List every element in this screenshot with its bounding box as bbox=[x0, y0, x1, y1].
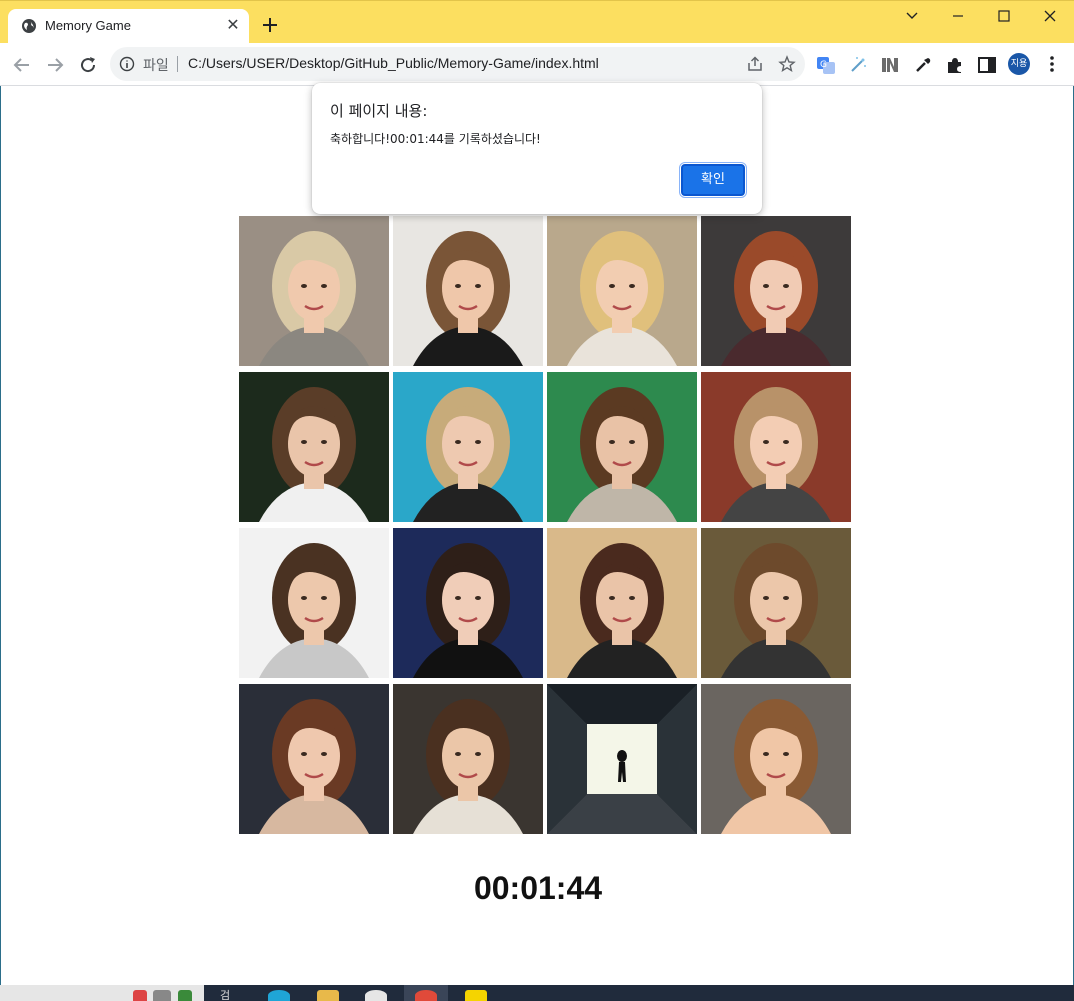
taskbar-search-label[interactable]: 검 bbox=[220, 987, 230, 1001]
card-red-hair[interactable] bbox=[701, 216, 851, 366]
card-blonde-waves[interactable] bbox=[547, 216, 697, 366]
card-image bbox=[547, 528, 697, 678]
card-image bbox=[701, 216, 851, 366]
browser-titlebar: Memory Game ✕ bbox=[0, 0, 1074, 44]
address-separator bbox=[177, 56, 178, 72]
card-blonde-blue-bg[interactable] bbox=[393, 372, 543, 522]
dialog-ok-button[interactable]: 확인 bbox=[679, 162, 747, 198]
taskbar-tray bbox=[0, 985, 204, 1001]
card-image bbox=[239, 216, 389, 366]
page-content: 00:01:44 bbox=[0, 86, 1074, 985]
card-brunette-black-top[interactable] bbox=[393, 216, 543, 366]
n-extension-icon[interactable] bbox=[880, 55, 900, 75]
profile-avatar[interactable]: 지용 bbox=[1008, 53, 1030, 75]
globe-icon bbox=[22, 19, 36, 33]
card-brunette-festival[interactable] bbox=[547, 528, 697, 678]
edge-icon[interactable] bbox=[268, 990, 290, 1001]
tray-app-icon[interactable] bbox=[133, 990, 147, 1001]
card-grid bbox=[239, 216, 853, 836]
card-long-brown-green-bg[interactable] bbox=[547, 372, 697, 522]
card-image bbox=[701, 684, 851, 834]
forward-arrow-icon[interactable] bbox=[43, 53, 67, 77]
new-tab-icon[interactable] bbox=[259, 14, 281, 36]
reload-icon[interactable] bbox=[76, 53, 100, 77]
card-image bbox=[701, 528, 851, 678]
card-short-brown-white-bg[interactable] bbox=[239, 528, 389, 678]
card-image bbox=[701, 372, 851, 522]
kakaotalk-icon[interactable] bbox=[465, 990, 487, 1001]
more-menu-icon[interactable] bbox=[1042, 54, 1062, 74]
card-brown-bob[interactable] bbox=[239, 372, 389, 522]
card-auburn-waves[interactable] bbox=[239, 684, 389, 834]
tab-search-icon[interactable] bbox=[897, 5, 927, 27]
card-brunette-smile[interactable] bbox=[393, 684, 543, 834]
chrome-icon[interactable] bbox=[415, 990, 437, 1001]
scheme-label: 파일 bbox=[143, 57, 169, 73]
card-image bbox=[393, 372, 543, 522]
close-window-icon[interactable] bbox=[1035, 5, 1065, 27]
card-blonde-bob[interactable] bbox=[701, 372, 851, 522]
alert-dialog: 이 페이지 내용: 축하합니다!00:01:44를 기록하셨습니다! 확인 bbox=[312, 83, 762, 214]
back-arrow-icon[interactable] bbox=[10, 53, 34, 77]
tab-title: Memory Game bbox=[45, 18, 131, 33]
card-image bbox=[239, 684, 389, 834]
paint-icon[interactable] bbox=[365, 990, 387, 1001]
card-image bbox=[547, 372, 697, 522]
minimize-icon[interactable] bbox=[943, 5, 973, 27]
eyedropper-icon[interactable] bbox=[913, 55, 933, 75]
card-alien-tunnel[interactable] bbox=[547, 684, 697, 834]
side-panel-icon[interactable] bbox=[977, 55, 997, 75]
file-explorer-icon[interactable] bbox=[317, 990, 339, 1001]
bookmark-star-icon[interactable] bbox=[778, 55, 796, 73]
browser-toolbar: 파일 C:/Users/USER/Desktop/GitHub_Public/M… bbox=[0, 43, 1074, 86]
card-long-brown-hair[interactable] bbox=[701, 528, 851, 678]
card-image bbox=[547, 216, 697, 366]
card-image bbox=[393, 216, 543, 366]
card-blonde-updo[interactable] bbox=[239, 216, 389, 366]
maximize-icon[interactable] bbox=[989, 5, 1019, 27]
tray-lock-icon[interactable] bbox=[153, 990, 171, 1001]
extensions-puzzle-icon[interactable] bbox=[945, 55, 965, 75]
card-image bbox=[239, 528, 389, 678]
share-icon[interactable] bbox=[746, 55, 764, 73]
tray-tree-icon[interactable] bbox=[178, 990, 192, 1001]
svg-text:G: G bbox=[820, 60, 827, 70]
magic-wand-extension-icon[interactable] bbox=[848, 55, 868, 75]
card-long-light-brown[interactable] bbox=[701, 684, 851, 834]
address-bar[interactable]: 파일 C:/Users/USER/Desktop/GitHub_Public/M… bbox=[110, 47, 805, 81]
tab-close-icon[interactable]: ✕ bbox=[225, 17, 241, 33]
os-taskbar: 검 bbox=[0, 985, 1074, 1001]
card-image bbox=[547, 684, 697, 834]
dialog-title: 이 페이지 내용: bbox=[330, 102, 428, 120]
card-image bbox=[239, 372, 389, 522]
url-text[interactable]: C:/Users/USER/Desktop/GitHub_Public/Memo… bbox=[188, 55, 599, 71]
translate-extension-icon[interactable]: G bbox=[816, 55, 836, 75]
dialog-message: 축하합니다!00:01:44를 기록하셨습니다! bbox=[330, 132, 541, 146]
card-image bbox=[393, 684, 543, 834]
card-image bbox=[393, 528, 543, 678]
card-dark-bangs-blue-bg[interactable] bbox=[393, 528, 543, 678]
info-icon[interactable] bbox=[119, 56, 135, 72]
game-timer: 00:01:44 bbox=[473, 870, 603, 906]
browser-tab[interactable]: Memory Game ✕ bbox=[8, 9, 249, 44]
